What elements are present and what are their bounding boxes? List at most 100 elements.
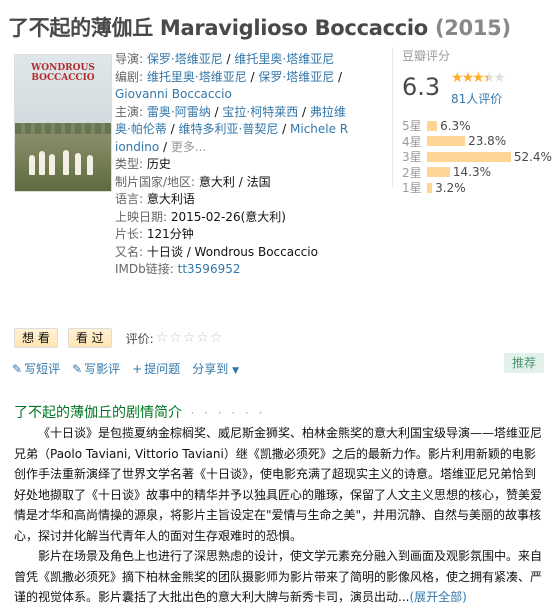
release-value: 2015-02-26(意大利) (170, 209, 286, 224)
summary-heading-dots: · · · · · · (190, 406, 266, 420)
rating-bar-label: 3星 (402, 150, 422, 165)
star-icon: ★ (461, 70, 474, 86)
more-cast-link[interactable]: 更多... (171, 140, 206, 154)
poster-title-line2: BOCCACCIO (31, 73, 95, 83)
short-review-link[interactable]: 写短评 (24, 362, 60, 376)
poster-title: WONDROUS BOCCACCIO (15, 63, 111, 83)
share-action[interactable]: 分享到 ▼ (192, 360, 251, 377)
rating-bar-row: 1星 3.2% (402, 180, 552, 196)
cast-link-3a[interactable]: 弗拉维 (310, 105, 346, 119)
info-writer-cont: Giovanni Boccaccio (115, 86, 390, 104)
rating-bar-row: 5星 6.3% (402, 118, 552, 134)
info-runtime: 片长: 121分钟 (115, 226, 390, 244)
summary-heading-text: 了不起的薄伽丘的剧情简介 (14, 405, 182, 421)
country-label: 制片国家/地区: (115, 174, 196, 189)
rating-bar-percent: 14.3% (452, 165, 491, 180)
rating-distribution: 5星 6.3% 4星 23.8% 3星 52.4% 2星 14.3% 1星 3.2% (402, 118, 552, 196)
release-label: 上映日期: (115, 209, 168, 224)
movie-year: (2015) (434, 16, 511, 40)
cast-link-4[interactable]: 维特多利亚·普契尼 (179, 122, 279, 136)
tool-bar: ✎ 写短评 ✎ 写影评 + 提问题 分享到 ▼ (12, 360, 263, 377)
imdb-label: IMDb链接: (115, 262, 174, 276)
info-cast-cont1: 奥·帕伦蒂 / 维特多利亚·普契尼 / Michele R (115, 122, 349, 136)
language-label: 语言: (115, 192, 144, 206)
cast-link-5a[interactable]: Michele R (290, 122, 348, 136)
page-title: 了不起的薄伽丘 Maraviglioso Boccaccio (2015) (8, 12, 511, 42)
want-to-watch-button[interactable]: 想 看 (14, 328, 58, 348)
info-release: 上映日期: 2015-02-26(意大利) (115, 209, 390, 227)
cast-link-3b[interactable]: 奥·帕伦蒂 (115, 122, 167, 136)
director-link-1[interactable]: 保罗·塔维亚尼 (147, 52, 223, 66)
genre-value: 历史 (146, 157, 171, 171)
watched-button[interactable]: 看 过 (67, 328, 112, 348)
movie-poster[interactable]: WONDROUS BOCCACCIO (14, 54, 112, 192)
genre-label: 类型: (115, 157, 144, 171)
poster-title-line1: WONDROUS (31, 63, 95, 73)
imdb-link[interactable]: tt3596952 (178, 262, 241, 276)
plus-icon: + (132, 362, 143, 376)
poster-figures (29, 141, 99, 175)
rating-label: 豆瓣评分 (402, 49, 451, 63)
aka-value: 十日谈 / Wondrous Boccaccio (146, 244, 318, 259)
aka-label: 又名: (115, 244, 144, 259)
director-label: 导演: (115, 52, 144, 66)
rating-bar-percent: 6.3% (440, 118, 471, 133)
rate-stars[interactable]: ☆☆☆☆☆ (156, 330, 224, 346)
rating-score: 6.3 (402, 73, 441, 101)
star-icon: ★ (451, 70, 463, 86)
share-link[interactable]: 分享到 (192, 362, 228, 376)
pencil-icon: ✎ (12, 362, 23, 376)
star-empty-icon: ★ (493, 70, 505, 86)
rating-bar-label: 4星 (402, 134, 422, 149)
writer-link-3[interactable]: Giovanni Boccaccio (115, 87, 232, 101)
rating-bar (427, 167, 450, 178)
ask-link[interactable]: 提问题 (144, 362, 180, 376)
rating-stars: ★★★★★ (451, 70, 506, 86)
cast-link-5b[interactable]: iondino (115, 140, 159, 154)
rating-bar (427, 136, 466, 147)
action-bar: 想 看 看 过 评价: ☆☆☆☆☆ (14, 328, 223, 348)
movie-info: 导演: 保罗·塔维亚尼 / 维托里奥·塔维亚尼 编剧: 维托里奥·塔维亚尼 / … (115, 51, 390, 279)
summary-body: 《十日谈》是包揽夏纳金棕榈奖、威尼斯金狮奖、柏林金熊奖的意大利国宝级导演——塔维… (14, 423, 546, 608)
info-director: 导演: 保罗·塔维亚尼 / 维托里奥·塔维亚尼 (115, 52, 335, 66)
rating-bar-percent: 3.2% (435, 180, 466, 195)
info-aka: 又名: 十日谈 / Wondrous Boccaccio (115, 244, 390, 262)
language-value: 意大利语 (146, 192, 195, 206)
writer-link-2[interactable]: 保罗·塔维亚尼 (258, 70, 334, 84)
runtime-label: 片长: (115, 227, 144, 241)
star-half-icon: ★ (482, 70, 495, 86)
info-language: 语言: 意大利语 (115, 191, 390, 209)
rating-bar-row: 4星 23.8% (402, 134, 552, 150)
rating-bar (427, 151, 511, 162)
summary-paragraph-2: 影片在场景及角色上也进行了深思熟虑的设计，使文学元素充分融入到画面及观影氛围中。… (14, 546, 546, 608)
info-writer: 编剧: 维托里奥·塔维亚尼 / 保罗·塔维亚尼 / (115, 69, 343, 84)
pencil-icon: ✎ (72, 362, 83, 376)
expand-link[interactable]: (展开全部) (409, 590, 466, 604)
cast-link-2[interactable]: 宝拉·柯特莱西 (222, 105, 298, 119)
summary-heading: 了不起的薄伽丘的剧情简介 · · · · · · (14, 402, 265, 422)
review-link[interactable]: 写影评 (84, 362, 120, 376)
rate-label: 评价: (125, 331, 154, 346)
rating-bar-row: 2星 14.3% (402, 165, 552, 181)
votes-link[interactable]: 81人评价 (451, 90, 502, 107)
info-imdb: IMDb链接: tt3596952 (115, 261, 390, 279)
rating-bar-row: 3星 52.4% (402, 149, 552, 165)
info-country: 制片国家/地区: 意大利 / 法国 (115, 174, 390, 192)
recommend-button[interactable]: 推荐 (504, 353, 544, 373)
ask-action[interactable]: + 提问题 (132, 360, 180, 377)
rating-bar-label: 5星 (402, 119, 422, 134)
rating-bar-percent: 23.8% (468, 134, 507, 149)
director-link-2[interactable]: 维托里奥·塔维亚尼 (234, 52, 334, 66)
summary-paragraph-1: 《十日谈》是包揽夏纳金棕榈奖、威尼斯金狮奖、柏林金熊奖的意大利国宝级导演——塔维… (14, 426, 543, 543)
review-action[interactable]: ✎ 写影评 (72, 360, 120, 377)
writer-link-1[interactable]: 维托里奥·塔维亚尼 (147, 70, 247, 84)
country-value: 意大利 / 法国 (198, 174, 271, 189)
chevron-down-icon: ▼ (232, 366, 239, 376)
info-cast-cont2: iondino / 更多... (115, 139, 207, 154)
info-genre: 类型: 历史 (115, 156, 390, 174)
cast-link-1[interactable]: 雷奥·阿雷纳 (147, 105, 211, 119)
short-review-action[interactable]: ✎ 写短评 (12, 360, 60, 377)
rating-bar-percent: 52.4% (513, 149, 552, 164)
rating-bar-label: 2星 (402, 165, 422, 180)
cast-label: 主演: (115, 104, 144, 119)
